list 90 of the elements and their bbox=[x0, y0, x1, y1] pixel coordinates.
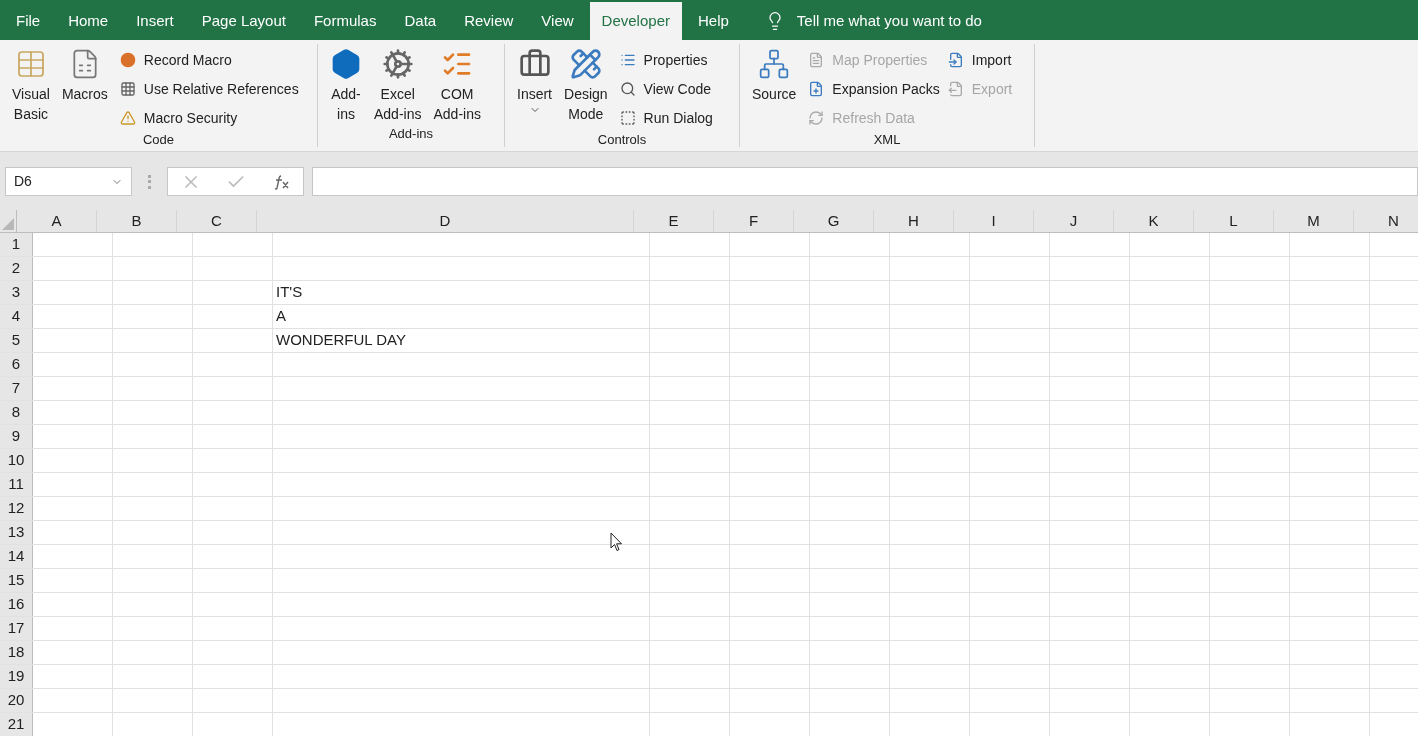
drag-handle-icon[interactable] bbox=[148, 175, 151, 189]
column-header[interactable]: D bbox=[257, 210, 634, 232]
row-header[interactable]: 18 bbox=[0, 641, 33, 664]
menu-tab[interactable]: Insert bbox=[124, 2, 186, 40]
select-all-corner[interactable] bbox=[0, 210, 17, 232]
ribbon-large-button[interactable]: COM Add-ins bbox=[429, 48, 485, 124]
cell-text: IT'S bbox=[276, 282, 303, 303]
document-icon bbox=[808, 52, 825, 68]
column-header[interactable]: I bbox=[954, 210, 1034, 232]
document-plus-icon bbox=[808, 81, 825, 97]
column-header[interactable]: E bbox=[634, 210, 714, 232]
warning-icon bbox=[119, 110, 136, 126]
column-header[interactable]: A bbox=[17, 210, 97, 232]
menu-tab[interactable]: Data bbox=[392, 2, 449, 40]
menu-tab[interactable]: View bbox=[529, 2, 586, 40]
row-header[interactable]: 6 bbox=[0, 353, 33, 376]
column-header[interactable]: H bbox=[874, 210, 954, 232]
ribbon-small-button[interactable]: View Code bbox=[619, 77, 713, 101]
column-header[interactable]: J bbox=[1034, 210, 1114, 232]
ribbon-small-button[interactable]: Record Macro bbox=[119, 48, 299, 72]
menu-tab[interactable]: Developer bbox=[589, 2, 682, 40]
function-icon[interactable] bbox=[272, 173, 291, 190]
ribbon-large-button[interactable]: Excel Add-ins bbox=[370, 48, 426, 124]
ribbon-group-label: Code bbox=[142, 131, 175, 149]
row-header[interactable]: 11 bbox=[0, 473, 33, 496]
row-header[interactable]: 10 bbox=[0, 449, 33, 472]
ribbon-large-button[interactable]: Macros bbox=[57, 48, 112, 130]
ribbon-small-button[interactable]: Import bbox=[947, 48, 1013, 72]
row-header[interactable]: 5 bbox=[0, 329, 33, 352]
ribbon-large-button[interactable]: Insert bbox=[513, 48, 556, 130]
row-header[interactable]: 8 bbox=[0, 401, 33, 424]
ribbon-group-label: Add-ins bbox=[388, 125, 434, 143]
refresh-icon bbox=[808, 110, 825, 126]
menu-tab[interactable]: Help bbox=[685, 2, 741, 40]
row-header[interactable]: 19 bbox=[0, 665, 33, 688]
ribbon-small-button[interactable]: Properties bbox=[619, 48, 713, 72]
column-header[interactable]: C bbox=[177, 210, 257, 232]
column-header[interactable]: B bbox=[97, 210, 177, 232]
column-header[interactable]: N bbox=[1354, 210, 1418, 232]
dialog-icon bbox=[619, 110, 636, 126]
row-header[interactable]: 15 bbox=[0, 569, 33, 592]
list-icon bbox=[619, 52, 636, 68]
row-header[interactable]: 14 bbox=[0, 545, 33, 568]
row-header[interactable]: 1 bbox=[0, 233, 33, 256]
hexagon-icon bbox=[330, 48, 362, 80]
row-header[interactable]: 21 bbox=[0, 713, 33, 736]
tree-icon bbox=[758, 48, 791, 80]
formula-input[interactable] bbox=[312, 167, 1418, 196]
ribbon-small-button[interactable]: Expansion Packs bbox=[808, 77, 940, 101]
row-header[interactable]: 20 bbox=[0, 689, 33, 712]
record-icon bbox=[119, 52, 136, 68]
gear-icon bbox=[381, 48, 414, 80]
search-icon bbox=[619, 81, 636, 97]
cell-text: WONDERFUL DAY bbox=[276, 330, 406, 351]
name-box[interactable]: D6 bbox=[5, 167, 132, 196]
row-header[interactable]: 9 bbox=[0, 425, 33, 448]
row-header[interactable]: 12 bbox=[0, 497, 33, 520]
ribbon-large-button[interactable]: Source bbox=[748, 48, 801, 130]
tell-me-search[interactable]: Tell me what you want to do bbox=[796, 9, 982, 33]
menu-tab[interactable]: Review bbox=[452, 2, 526, 40]
ribbon-group-label: Controls bbox=[597, 131, 647, 149]
row-header[interactable]: 2 bbox=[0, 257, 33, 280]
column-header[interactable]: F bbox=[714, 210, 794, 232]
ribbon-large-button[interactable]: Add- ins bbox=[326, 48, 366, 124]
export-icon bbox=[947, 81, 964, 97]
mouse-pointer-icon bbox=[610, 532, 623, 552]
column-header[interactable]: K bbox=[1114, 210, 1194, 232]
pencil-ruler-icon bbox=[569, 48, 602, 80]
row-header[interactable]: 16 bbox=[0, 593, 33, 616]
column-header[interactable]: G bbox=[794, 210, 874, 232]
ribbon-group-label: XML bbox=[873, 131, 901, 149]
menu-tab[interactable]: Formulas bbox=[301, 2, 389, 40]
ribbon-large-button[interactable]: Visual Basic bbox=[8, 48, 54, 130]
column-header[interactable]: M bbox=[1274, 210, 1354, 232]
import-icon bbox=[947, 52, 964, 68]
ribbon-small-button[interactable]: Macro Security bbox=[119, 106, 299, 130]
ribbon-large-button[interactable]: Design Mode bbox=[560, 48, 612, 130]
column-header[interactable]: L bbox=[1194, 210, 1274, 232]
ribbon-small-button[interactable]: Use Relative References bbox=[119, 77, 299, 101]
grid-icon bbox=[119, 81, 136, 97]
row-header[interactable]: 4 bbox=[0, 305, 33, 328]
menu-tab[interactable]: Home bbox=[56, 2, 121, 40]
menu-tab[interactable]: Page Layout bbox=[189, 2, 298, 40]
row-header[interactable]: 17 bbox=[0, 617, 33, 640]
row-header[interactable]: 7 bbox=[0, 377, 33, 400]
row-header[interactable]: 13 bbox=[0, 521, 33, 544]
cell-text: A bbox=[276, 306, 286, 327]
menu-tab[interactable]: File bbox=[4, 2, 53, 40]
row-header[interactable]: 3 bbox=[0, 281, 33, 304]
ribbon-small-button[interactable]: Run Dialog bbox=[619, 106, 713, 130]
